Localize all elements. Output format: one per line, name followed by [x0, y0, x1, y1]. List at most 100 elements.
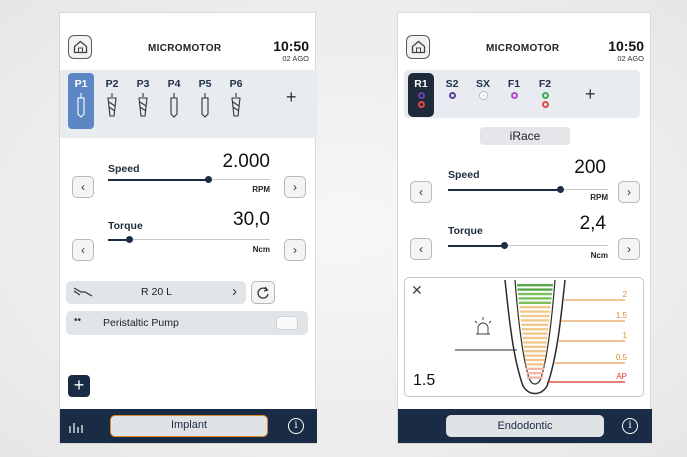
torque-value: 30,0 — [233, 209, 270, 230]
drill-icon — [138, 93, 148, 117]
torque-slider-knob[interactable] — [126, 236, 133, 243]
file-color-dot — [448, 92, 456, 99]
canal-depth-bar — [523, 341, 547, 344]
handpiece-selector[interactable]: R 20 L › — [66, 281, 246, 304]
canal-depth-bar — [525, 358, 545, 362]
program-tab-label: S2 — [445, 78, 459, 90]
torque-decrease-button[interactable]: ‹ — [72, 239, 94, 261]
speed-decrease-button[interactable]: ‹ — [410, 181, 432, 203]
torque-label: Torque — [448, 225, 483, 237]
program-tab-label: P4 — [167, 78, 181, 90]
clock-time: 10:50 — [273, 38, 309, 54]
program-tab-f2[interactable]: F2 — [532, 73, 558, 117]
torque-slider-knob[interactable] — [501, 242, 508, 249]
canal-depth-bar — [519, 310, 551, 313]
torque-increase-button[interactable]: › — [284, 239, 306, 261]
handpiece-label: R 20 L — [141, 286, 172, 298]
add-program-button[interactable]: + — [286, 87, 297, 108]
torque-unit: Ncm — [252, 245, 270, 254]
program-tab-sx[interactable]: SX — [470, 73, 496, 117]
drill-icon — [107, 93, 117, 117]
program-tab-p6[interactable]: P6 — [223, 73, 249, 129]
stats-icon[interactable] — [68, 420, 84, 434]
program-tab-s2[interactable]: S2 — [439, 73, 465, 117]
program-tab-p4[interactable]: P4 — [161, 73, 187, 129]
canal-depth-bar — [521, 328, 549, 331]
program-tab-p3[interactable]: P3 — [130, 73, 156, 129]
drill-icon — [170, 93, 178, 118]
endodontic-screen: MICROMOTOR 10:50 02 AGO + iRace ‹ Speed … — [397, 12, 652, 444]
canal-depth-bar — [520, 319, 550, 322]
program-tab-label: SX — [475, 78, 490, 90]
torque-label: Torque — [108, 220, 143, 232]
speed-fill — [108, 179, 208, 181]
info-icon[interactable]: i — [622, 418, 638, 434]
info-icon[interactable]: i — [288, 418, 304, 434]
program-tab-label: P1 — [74, 78, 88, 90]
footer-bar: Endodontic i — [398, 409, 652, 443]
home-button[interactable] — [406, 35, 430, 59]
canal-depth-bar — [519, 306, 551, 309]
speed-slider-knob[interactable] — [205, 176, 212, 183]
speed-slider-knob[interactable] — [557, 186, 564, 193]
canal-depth-bar — [517, 292, 553, 296]
program-tab-p2[interactable]: P2 — [99, 73, 125, 129]
add-program-button[interactable]: + — [585, 84, 596, 105]
canal-depth-bar — [523, 345, 547, 348]
file-color-dot — [541, 92, 549, 99]
program-tab-label: F1 — [507, 78, 521, 90]
program-tab-p5[interactable]: P5 — [192, 73, 218, 129]
pump-label: Peristaltic Pump — [103, 317, 179, 329]
program-tab-label: P5 — [198, 78, 212, 90]
speed-label: Speed — [448, 169, 480, 181]
speed-increase-button[interactable]: › — [618, 181, 640, 203]
implant-screen: MICROMOTOR 10:50 02 AGO + ‹ Speed 2.000 … — [59, 12, 317, 444]
clock-time: 10:50 — [608, 38, 644, 54]
torque-unit: Ncm — [590, 251, 608, 260]
mode-button-endodontic[interactable]: Endodontic — [446, 415, 604, 437]
torque-decrease-button[interactable]: ‹ — [410, 238, 432, 260]
rotation-direction-button[interactable] — [251, 281, 275, 304]
canal-depth-bar — [518, 297, 552, 300]
speed-increase-button[interactable]: › — [284, 176, 306, 198]
apex-scale-1: 1 — [622, 331, 627, 340]
program-tab-p1[interactable]: P1 — [68, 73, 94, 129]
apex-scale-2: 2 — [622, 290, 627, 299]
drill-icon — [201, 93, 209, 118]
rotate-icon — [257, 286, 269, 299]
canal-depth-bar — [525, 363, 545, 366]
canal-depth-bar — [524, 350, 546, 353]
pump-toggle[interactable] — [276, 316, 298, 330]
torque-increase-button[interactable]: › — [618, 238, 640, 260]
apex-locator-panel: ✕ 1.5 2 1.5 1 0.5 AP — [404, 277, 644, 397]
handpiece-next-icon: › — [232, 283, 237, 300]
program-tab-label: P6 — [229, 78, 243, 90]
program-tab-f1[interactable]: F1 — [501, 73, 527, 117]
drill-icon — [231, 93, 241, 117]
speed-unit: RPM — [590, 193, 608, 202]
handpiece-icon — [73, 287, 93, 297]
app-title: MICROMOTOR — [148, 43, 222, 54]
program-tab-label: P3 — [136, 78, 150, 90]
file-system-name: iRace — [480, 127, 570, 145]
file-color-dot — [541, 101, 549, 108]
apex-scale-1-5: 1.5 — [615, 311, 627, 320]
canal-depth-bar — [517, 288, 553, 291]
torque-value: 2,4 — [579, 213, 606, 234]
add-button[interactable]: + — [68, 375, 90, 397]
file-color-dot — [510, 92, 518, 99]
file-color-dot — [417, 101, 425, 108]
program-tab-label: F2 — [538, 78, 552, 90]
canal-depth-bar — [526, 372, 544, 375]
app-title: MICROMOTOR — [486, 43, 560, 54]
home-button[interactable] — [68, 35, 92, 59]
speed-fill — [448, 189, 560, 191]
program-tab-label: R1 — [414, 78, 428, 90]
canal-depth-bar — [520, 314, 550, 318]
file-color-dot — [417, 92, 425, 99]
mode-button-implant[interactable]: Implant — [110, 415, 268, 437]
canal-depth-bar — [524, 354, 546, 357]
speed-decrease-button[interactable]: ‹ — [72, 176, 94, 198]
file-color-dot — [479, 92, 487, 99]
program-tab-r1[interactable]: R1 — [408, 73, 434, 117]
